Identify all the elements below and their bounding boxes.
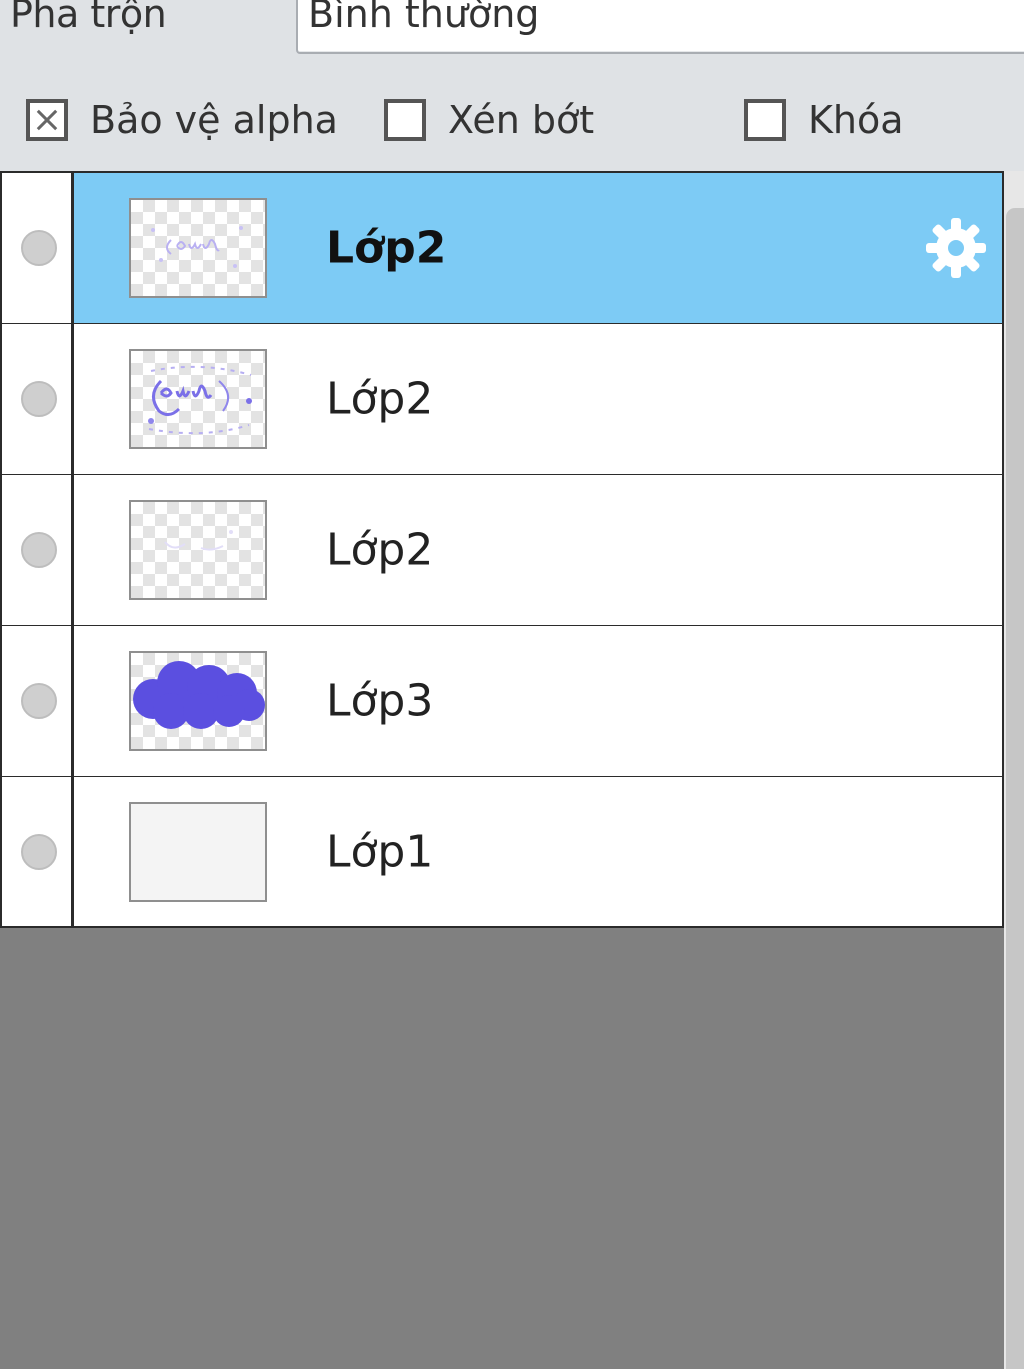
blend-mode-label: Pha trộn	[10, 0, 167, 36]
layer-name[interactable]: Lớp2	[326, 525, 433, 576]
clipping-option[interactable]: Xén bớt	[384, 94, 594, 146]
protect-alpha-checkbox[interactable]	[26, 99, 68, 141]
clipping-label: Xén bớt	[448, 98, 595, 142]
cloud-fill-thumbnail	[133, 661, 265, 729]
layer-body[interactable]: Lớp3	[74, 626, 1002, 776]
protect-alpha-option[interactable]: Bảo vệ alpha	[26, 94, 338, 146]
lock-label: Khóa	[808, 98, 904, 142]
layer-thumbnail	[129, 500, 267, 600]
visibility-dot-icon[interactable]	[21, 230, 57, 266]
layer-row[interactable]: Lớp2	[2, 475, 1002, 627]
layer-thumbnail	[129, 801, 267, 902]
visibility-cell[interactable]	[2, 626, 74, 776]
visibility-dot-icon[interactable]	[21, 532, 57, 568]
gear-icon[interactable]	[920, 212, 992, 284]
layer-list: Lớp2 Lớp2 Lớp2 Lớp3 Lớp1	[0, 171, 1004, 928]
layer-body[interactable]: Lớp2	[74, 324, 1002, 474]
layer-thumbnail	[129, 198, 267, 298]
visibility-dot-icon[interactable]	[21, 381, 57, 417]
visibility-cell[interactable]	[2, 324, 74, 474]
faint-lettering-thumbnail	[151, 226, 243, 268]
visibility-cell[interactable]	[2, 475, 74, 625]
layer-body[interactable]: Lớp2	[74, 173, 1002, 323]
visibility-cell[interactable]	[2, 173, 74, 323]
layer-body[interactable]: Lớp2	[74, 475, 1002, 625]
layer-name[interactable]: Lớp2	[326, 223, 446, 274]
layer-thumbnail	[129, 651, 267, 751]
lettering-thumbnail	[148, 365, 252, 435]
layer-row[interactable]: Lớp2	[2, 173, 1002, 325]
scrollbar-thumb[interactable]	[1006, 208, 1024, 1369]
lock-option[interactable]: Khóa	[744, 94, 904, 146]
layer-row[interactable]: Lớp3	[2, 626, 1002, 778]
visibility-dot-icon[interactable]	[21, 683, 57, 719]
layer-row[interactable]: Lớp2	[2, 324, 1002, 476]
layer-row[interactable]: Lớp1	[2, 777, 1002, 926]
visibility-cell[interactable]	[2, 777, 74, 926]
blend-mode-row: Pha trộn Bình thường	[0, 0, 1024, 66]
layer-body[interactable]: Lớp1	[74, 777, 1002, 926]
faint-marks-thumbnail	[164, 530, 233, 551]
visibility-dot-icon[interactable]	[21, 833, 57, 870]
layer-name[interactable]: Lớp2	[326, 374, 433, 425]
blend-mode-value: Bình thường	[308, 0, 540, 36]
protect-alpha-label: Bảo vệ alpha	[90, 98, 338, 142]
layer-name[interactable]: Lớp3	[326, 676, 433, 727]
clipping-checkbox[interactable]	[384, 99, 426, 141]
layer-thumbnail	[129, 349, 267, 449]
layer-options-row: Bảo vệ alpha Xén bớt Khóa	[0, 70, 1024, 170]
blend-mode-dropdown[interactable]: Bình thường	[296, 0, 1024, 54]
lock-checkbox[interactable]	[744, 99, 786, 141]
layer-name[interactable]: Lớp1	[326, 826, 433, 877]
layer-list-empty-area	[0, 928, 1006, 1369]
